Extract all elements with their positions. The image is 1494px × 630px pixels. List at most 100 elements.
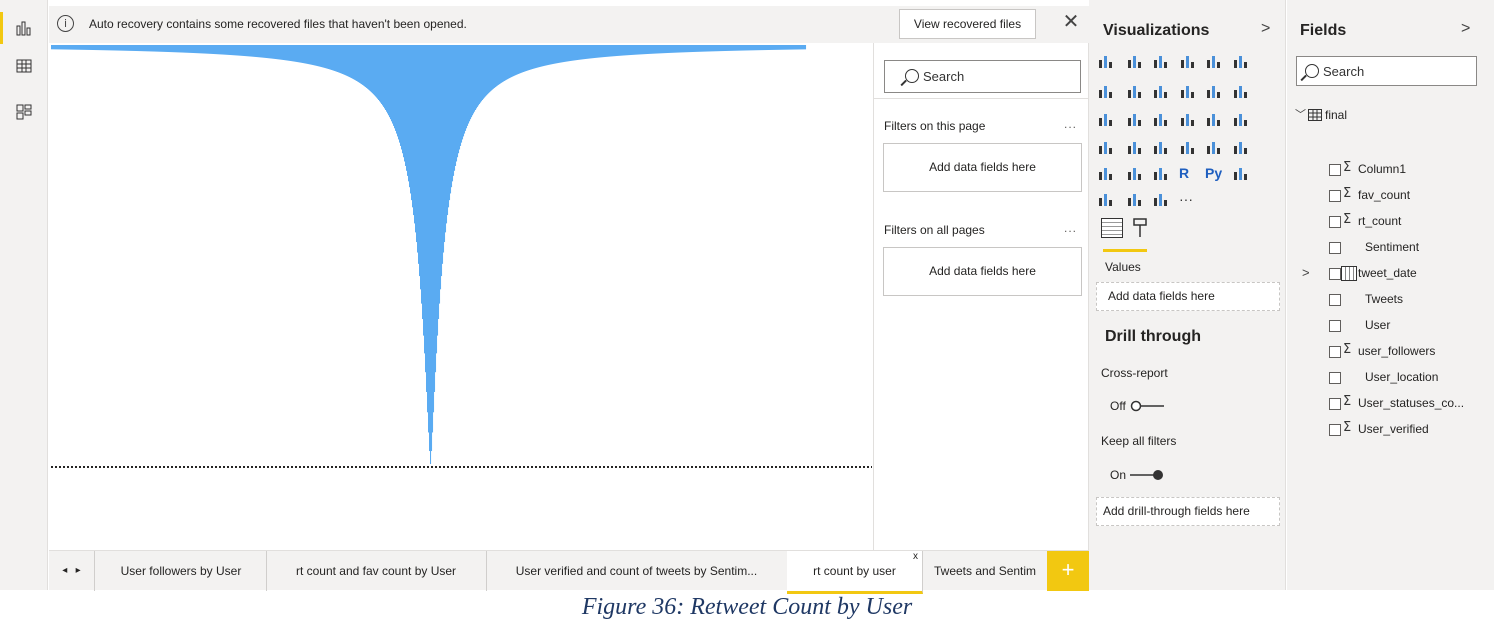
bar[interactable] xyxy=(549,45,551,65)
bar[interactable] xyxy=(207,45,209,54)
bar[interactable] xyxy=(507,45,509,80)
bar[interactable] xyxy=(194,45,196,54)
bar[interactable] xyxy=(292,45,294,62)
bar[interactable] xyxy=(279,45,281,60)
bar[interactable] xyxy=(464,45,466,134)
bar[interactable] xyxy=(774,45,776,50)
bar[interactable] xyxy=(117,45,119,51)
bar[interactable] xyxy=(358,45,360,83)
bar[interactable] xyxy=(209,45,211,54)
bar[interactable] xyxy=(761,45,763,51)
bar[interactable] xyxy=(213,45,215,54)
bar[interactable] xyxy=(345,45,347,76)
bar[interactable] xyxy=(339,45,341,73)
bar[interactable] xyxy=(432,45,434,433)
bar[interactable] xyxy=(704,45,706,52)
bar[interactable] xyxy=(767,45,769,51)
bar[interactable] xyxy=(284,45,286,61)
bar[interactable] xyxy=(189,45,191,53)
bar[interactable] xyxy=(775,45,777,50)
bar[interactable] xyxy=(118,45,120,51)
bar[interactable] xyxy=(654,45,656,54)
bar[interactable] xyxy=(420,45,422,290)
bar[interactable] xyxy=(519,45,521,74)
bar[interactable] xyxy=(224,45,226,55)
bar[interactable] xyxy=(210,45,212,54)
bar[interactable] xyxy=(371,45,373,93)
field-checkbox[interactable] xyxy=(1329,372,1341,384)
bar[interactable] xyxy=(643,45,645,55)
bar[interactable] xyxy=(624,45,626,56)
bar[interactable] xyxy=(642,45,644,55)
bar[interactable] xyxy=(802,45,804,50)
bar[interactable] xyxy=(150,45,152,52)
bar[interactable] xyxy=(330,45,332,70)
bar[interactable] xyxy=(564,45,566,62)
bar[interactable] xyxy=(361,45,363,85)
bar[interactable] xyxy=(254,45,256,57)
bar[interactable] xyxy=(422,45,424,320)
bar[interactable] xyxy=(559,45,561,63)
tab-page[interactable]: rt count and fav count by User xyxy=(266,551,487,591)
bar[interactable] xyxy=(152,45,154,52)
bar[interactable] xyxy=(154,45,156,52)
bar[interactable] xyxy=(295,45,297,62)
bar[interactable] xyxy=(255,45,257,57)
bar[interactable] xyxy=(534,45,536,69)
bar[interactable] xyxy=(367,45,369,89)
bar[interactable] xyxy=(789,45,791,50)
bar[interactable] xyxy=(473,45,475,114)
bar[interactable] xyxy=(221,45,223,55)
bar[interactable] xyxy=(640,45,642,55)
bar[interactable] xyxy=(486,45,488,96)
bar[interactable] xyxy=(119,45,121,51)
bar[interactable] xyxy=(230,45,232,56)
bar[interactable] xyxy=(474,45,476,112)
bar[interactable] xyxy=(801,45,803,50)
bar[interactable] xyxy=(772,45,774,50)
bar[interactable] xyxy=(696,45,698,52)
field-checkbox[interactable] xyxy=(1329,346,1341,358)
bar[interactable] xyxy=(164,45,166,52)
bar[interactable] xyxy=(100,45,102,51)
bar[interactable] xyxy=(401,45,403,150)
bar[interactable] xyxy=(298,45,300,63)
bar[interactable] xyxy=(238,45,240,56)
bar[interactable] xyxy=(732,45,734,51)
bar[interactable] xyxy=(265,45,267,58)
bar[interactable] xyxy=(458,45,460,154)
bar[interactable] xyxy=(123,45,125,51)
decomposition-tree-icon[interactable] xyxy=(1097,192,1113,206)
bar[interactable] xyxy=(127,45,129,51)
bar[interactable] xyxy=(302,45,304,63)
bar[interactable] xyxy=(288,45,290,61)
bar[interactable] xyxy=(476,45,478,109)
bar[interactable] xyxy=(795,45,797,50)
page-filter-well[interactable]: Add data fields here xyxy=(883,143,1082,192)
bar[interactable] xyxy=(324,45,326,68)
bar[interactable] xyxy=(229,45,231,55)
bar[interactable] xyxy=(723,45,725,52)
bar[interactable] xyxy=(616,45,618,57)
bar[interactable] xyxy=(441,45,443,277)
bar[interactable] xyxy=(153,45,155,52)
bar[interactable] xyxy=(659,45,661,54)
bar[interactable] xyxy=(610,45,612,57)
bar[interactable] xyxy=(300,45,302,63)
bar[interactable] xyxy=(456,45,458,162)
bar[interactable] xyxy=(784,45,786,50)
bar[interactable] xyxy=(138,45,140,52)
bar[interactable] xyxy=(198,45,200,54)
bar[interactable] xyxy=(716,45,718,52)
bar[interactable] xyxy=(301,45,303,63)
bar[interactable] xyxy=(338,45,340,73)
bar[interactable] xyxy=(738,45,740,51)
bar[interactable] xyxy=(783,45,785,50)
bar[interactable] xyxy=(374,45,376,96)
bar[interactable] xyxy=(567,45,569,62)
bar[interactable] xyxy=(503,45,505,82)
filled-map-icon[interactable] xyxy=(1126,140,1142,154)
bar[interactable] xyxy=(178,45,180,53)
bar[interactable] xyxy=(313,45,315,66)
bar[interactable] xyxy=(202,45,204,54)
